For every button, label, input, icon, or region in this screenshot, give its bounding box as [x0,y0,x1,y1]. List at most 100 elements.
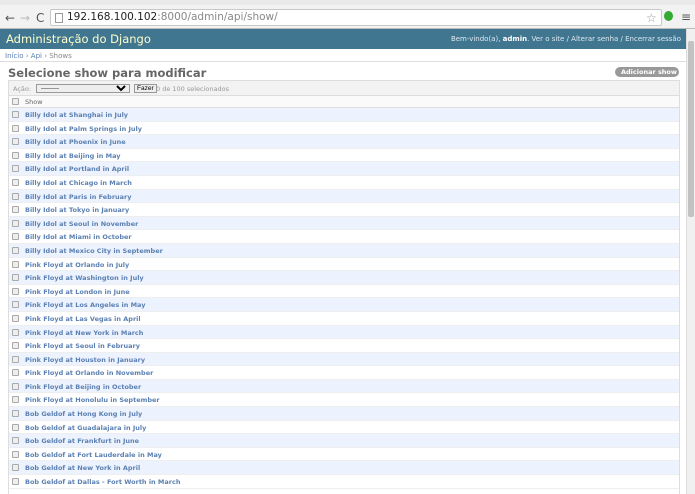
row-checkbox[interactable] [12,396,19,404]
table-row: Pink Floyd at New York in March [9,325,679,340]
table-row: Billy Idol at Chicago in March [9,176,679,190]
table-row: Billy Idol at Seoul in November [9,216,679,231]
table-row: Pink Floyd at Los Angeles in May [9,298,679,312]
show-link[interactable]: Pink Floyd at Houston in January [25,356,145,364]
table-row: Pink Floyd at Houston in January [9,352,679,367]
row-checkbox[interactable] [12,478,19,486]
column-show[interactable]: Show [25,98,43,106]
show-link[interactable]: Billy Idol at Tokyo in January [25,206,129,214]
table-row: Billy Idol at Paris in February [9,189,679,204]
url-host: 192.168.100.102 [67,11,158,23]
row-checkbox[interactable] [12,165,19,173]
show-link[interactable]: Billy Idol at Miami in October [25,233,132,241]
row-checkbox[interactable] [12,260,19,268]
row-checkbox[interactable] [12,287,19,295]
select-all-checkbox[interactable] [12,98,19,105]
row-checkbox[interactable] [12,410,19,418]
breadcrumb-home[interactable]: Início [5,52,24,60]
breadcrumb-app[interactable]: Api [31,52,42,60]
show-link[interactable]: Billy Idol at Mexico City in September [25,247,163,255]
site-brand[interactable]: Administração do Django [6,32,151,46]
row-checkbox[interactable] [12,219,19,227]
table-row: Pink Floyd at Washington in July [9,271,679,285]
scrollbar[interactable] [686,29,695,494]
row-checkbox[interactable] [12,450,19,458]
back-icon[interactable]: ← [5,11,15,25]
show-link[interactable]: Pink Floyd at Orlando in July [25,261,129,269]
user-tools: Bem-vindo(a), admin. Ver o site / Altera… [451,35,681,43]
show-link[interactable]: Bob Geldof at Fort Lauderdale in May [25,451,162,459]
show-link[interactable]: Bob Geldof at Guadalajara in July [25,424,146,432]
table-row: Billy Idol at Shanghai in July [9,108,679,122]
table-row: Billy Idol at Mexico City in September [9,243,679,258]
address-bar[interactable]: 192.168.100.102:8000/admin/api/show/ [50,9,662,26]
extension-icon[interactable] [664,11,673,21]
action-select[interactable]: --------- [36,84,130,93]
table-row: Bob Geldof at Hong Kong in July [9,407,679,421]
username: admin [502,35,528,43]
table-row: Billy Idol at Beijing in May [9,149,679,163]
row-checkbox[interactable] [12,111,19,118]
show-link[interactable]: Billy Idol at Chicago in March [25,179,132,187]
show-link[interactable]: Pink Floyd at London in June [25,288,130,296]
show-link[interactable]: Pink Floyd at Washington in July [25,274,144,282]
bookmark-star-icon[interactable]: ☆ [646,11,657,25]
reload-icon[interactable]: C [36,11,44,25]
show-link[interactable]: Billy Idol at Phoenix in June [25,138,126,146]
row-checkbox[interactable] [12,369,19,377]
table-row: Billy Idol at Phoenix in June [9,135,679,149]
row-checkbox[interactable] [12,151,19,159]
table-row: Bob Geldof at Dallas - Fort Worth in Mar… [9,475,679,489]
show-link[interactable]: Bob Geldof at Dallas - Fort Worth in Mar… [25,478,180,486]
row-checkbox[interactable] [12,178,19,186]
row-checkbox[interactable] [12,246,19,254]
add-show-button[interactable]: Adicionar show ✚ [615,67,679,86]
show-link[interactable]: Billy Idol at Shanghai in July [25,111,128,119]
row-checkbox[interactable] [12,423,19,431]
show-link[interactable]: Bob Geldof at Hong Kong in July [25,410,142,418]
table-row: Bob Geldof at Frankfurt in June [9,434,679,448]
row-checkbox[interactable] [12,274,19,282]
show-link[interactable]: Pink Floyd at Honolulu in September [25,396,160,404]
url-path: :8000/admin/api/show/ [157,11,278,23]
row-checkbox[interactable] [12,464,19,472]
show-link[interactable]: Pink Floyd at Los Angeles in May [25,301,146,309]
show-link[interactable]: Pink Floyd at Orlando in November [25,369,153,377]
selection-counter: 0 de 100 selecionados [156,85,230,93]
go-button[interactable]: Fazer [134,84,157,93]
browser-toolbar: ← → C 192.168.100.102:8000/admin/api/sho… [0,0,695,29]
scrollbar-thumb[interactable] [688,41,694,217]
row-checkbox[interactable] [12,192,19,200]
menu-icon[interactable]: ≡ [681,10,691,24]
row-checkbox[interactable] [12,382,19,390]
row-checkbox[interactable] [12,138,19,146]
row-checkbox[interactable] [12,342,19,350]
row-checkbox[interactable] [12,314,19,322]
show-link[interactable]: Billy Idol at Palm Springs in July [25,125,142,133]
tab-strip [0,0,695,5]
show-link[interactable]: Pink Floyd at Las Vegas in April [25,315,141,323]
table-row: Pink Floyd at Honolulu in September [9,393,679,408]
user-links[interactable]: . Ver o site / Alterar senha / Encerrar … [527,35,681,43]
show-link[interactable]: Bob Geldof at Frankfurt in June [25,437,139,445]
row-checkbox[interactable] [12,124,19,132]
show-link[interactable]: Billy Idol at Portland in April [25,165,129,173]
row-checkbox[interactable] [12,301,19,309]
page-icon [55,13,63,23]
show-link[interactable]: Bob Geldof at New York in April [25,464,140,472]
row-checkbox[interactable] [12,206,19,214]
show-link[interactable]: Billy Idol at Beijing in May [25,152,121,160]
show-link[interactable]: Pink Floyd at Beijing in October [25,383,141,391]
breadcrumb: Início › Api › Shows [0,49,686,62]
row-checkbox[interactable] [12,233,19,241]
show-link[interactable]: Billy Idol at Seoul in November [25,220,138,228]
show-link[interactable]: Billy Idol at Paris in February [25,193,131,201]
row-checkbox[interactable] [12,328,19,336]
row-checkbox[interactable] [12,437,19,445]
page-title: Selecione show para modificar [8,66,207,80]
show-link[interactable]: Pink Floyd at New York in March [25,329,143,337]
row-checkbox[interactable] [12,355,19,363]
forward-icon[interactable]: → [20,11,30,25]
table-row: Billy Idol at Tokyo in January [9,203,679,217]
show-link[interactable]: Pink Floyd at Seoul in February [25,342,140,350]
